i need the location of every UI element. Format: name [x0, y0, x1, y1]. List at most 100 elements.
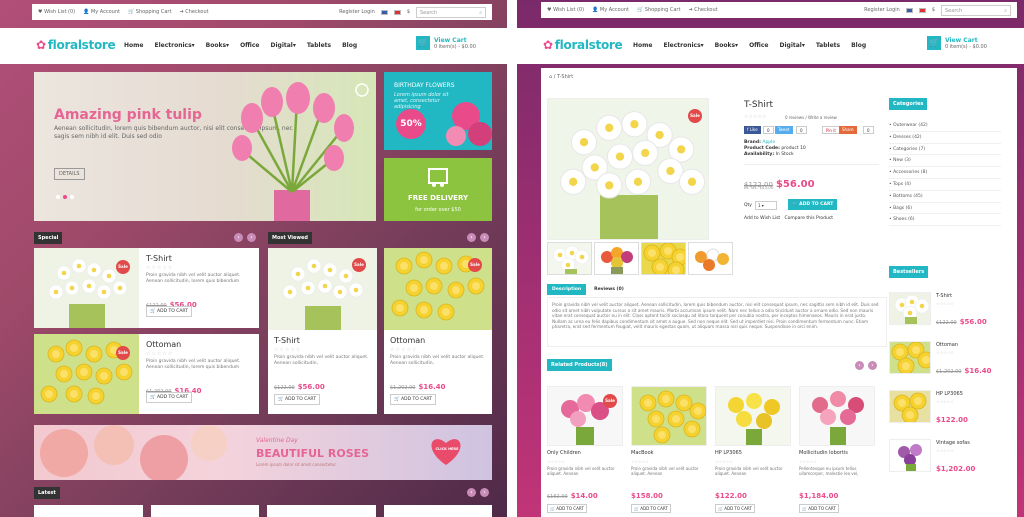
category-item[interactable]: • Dresses (42) — [889, 132, 1001, 144]
thumbnail[interactable] — [641, 242, 686, 275]
add-to-cart-button[interactable]: 🛒 ADD TO CART — [146, 306, 192, 317]
logo[interactable]: ✿ floralstore — [543, 38, 623, 52]
thumbnail[interactable] — [688, 242, 733, 275]
add-to-cart-button[interactable]: 🛒 ADD TO CART — [631, 504, 671, 513]
next-icon[interactable]: › — [247, 233, 256, 242]
facebook-like-button[interactable]: f Like — [744, 126, 761, 134]
related-product-card[interactable]: MacBook ☆☆☆☆☆ Proin gravida nibh vel vel… — [631, 386, 707, 517]
prev-icon[interactable]: ‹ — [467, 488, 476, 497]
product-name[interactable]: Only Children — [547, 450, 581, 456]
related-product-card[interactable]: HP LP3065 ☆☆☆☆☆ Proin gravida nibh vel v… — [715, 386, 791, 517]
search-input[interactable]: Search ⌕ — [941, 4, 1011, 16]
product-card[interactable] — [150, 505, 259, 517]
product-card[interactable] — [383, 505, 492, 517]
view-cart[interactable]: 🛒 View Cart 0 item(s) - $0.00 — [416, 36, 476, 50]
nav-tablets[interactable]: Tablets — [816, 42, 840, 49]
nav-blog[interactable]: Blog — [342, 42, 357, 49]
product-name[interactable]: T-Shirt — [936, 293, 952, 299]
category-item[interactable]: • Categories (7) — [889, 144, 1001, 156]
product-name[interactable]: T-Shirt — [274, 336, 300, 345]
nav-office[interactable]: Office — [240, 42, 259, 49]
product-name[interactable]: Mollicitudin lobortis — [799, 450, 848, 456]
next-icon[interactable]: › — [480, 488, 489, 497]
bestseller-item[interactable]: T-Shirt ☆☆☆☆☆ $122.00 $56.00 — [889, 292, 1013, 336]
details-button[interactable]: DETAILS — [54, 168, 85, 180]
cart-link[interactable]: 🛒 Shopping Cart — [637, 7, 680, 13]
bestseller-item[interactable]: Ottoman ☆☆☆☆☆ $1,202.00 $16.40 — [889, 341, 1013, 385]
add-to-cart-button[interactable]: 🛒 ADD TO CART — [547, 504, 587, 513]
nav-books[interactable]: Books▾ — [206, 42, 229, 49]
product-card[interactable] — [267, 505, 376, 517]
product-name[interactable]: Ottoman — [390, 336, 425, 345]
related-product-card[interactable]: Mollicitudin lobortis ☆☆☆☆☆ Pellentesque… — [799, 386, 875, 517]
pinterest-button[interactable]: Pin it — [822, 126, 840, 134]
nav-office[interactable]: Office — [749, 42, 768, 49]
product-name[interactable]: Vintage sofas — [936, 440, 970, 446]
product-card[interactable]: Sale Ottoman ☆☆☆☆☆ Proin gravida nibh ve… — [34, 334, 259, 414]
related-product-card[interactable]: Sale Only Children ☆☆☆☆☆ Proin gravida n… — [547, 386, 623, 517]
search-icon[interactable]: ⌕ — [479, 10, 482, 16]
birthday-banner[interactable]: BIRTHDAY FLOWERS Lorem ipsum dolor sit a… — [384, 72, 492, 150]
product-name[interactable]: Ottoman — [146, 340, 181, 349]
product-name[interactable]: T-Shirt — [146, 254, 172, 263]
category-item[interactable]: • Outerwear (42) — [889, 120, 1001, 132]
register-login-link[interactable]: Register Login — [864, 7, 900, 13]
quantity-input[interactable]: 1 ▾ — [754, 201, 777, 210]
add-to-cart-button[interactable]: 🛒 ADD TO CART — [390, 394, 436, 405]
free-delivery-banner[interactable]: FREE DELIVERY for order over $50 — [384, 158, 492, 221]
search-input[interactable]: Search ⌕ — [416, 6, 486, 18]
currency-select[interactable]: $ — [407, 9, 410, 15]
product-card[interactable]: Sale T-Shirt ☆☆☆☆☆ Proin gravida nibh ve… — [268, 248, 377, 414]
checkout-link[interactable]: ➜ Checkout — [688, 7, 717, 13]
thumbnail[interactable] — [594, 242, 639, 275]
slider-dot[interactable] — [56, 195, 60, 199]
breadcrumb[interactable]: ⌂ / T-Shirt — [549, 74, 573, 80]
category-item[interactable]: • Accessories (8) — [889, 167, 1001, 179]
bestseller-item[interactable]: HP LP3065 ☆☆☆☆☆ $122.00 — [889, 390, 1013, 434]
checkout-link[interactable]: ➜ Checkout — [179, 9, 208, 15]
cart-link[interactable]: 🛒 Shopping Cart — [128, 9, 171, 15]
brand-value[interactable]: Apple — [762, 140, 775, 145]
product-card[interactable]: Sale Ottoman ☆☆☆☆☆ Proin gravida nibh ve… — [384, 248, 492, 414]
bestseller-item[interactable]: Vintage sofas ☆☆☆☆☆ $1,202.00 — [889, 439, 1013, 483]
add-to-cart-button[interactable]: 🛒 ADD TO CART — [715, 504, 755, 513]
product-name[interactable]: Ottoman — [936, 342, 958, 348]
add-to-cart-button[interactable]: 🛒 ADD TO CART — [146, 392, 192, 403]
flag-icon[interactable] — [918, 7, 926, 13]
nav-home[interactable]: Home — [633, 42, 652, 49]
compare-link[interactable]: Compare this Product — [784, 216, 833, 221]
logo[interactable]: ✿ floralstore — [36, 38, 116, 52]
register-login-link[interactable]: Register Login — [339, 9, 375, 15]
tab-reviews[interactable]: Reviews (0) — [594, 284, 624, 295]
nav-home[interactable]: Home — [124, 42, 143, 49]
nav-digital[interactable]: Digital▾ — [270, 42, 295, 49]
product-card[interactable] — [34, 505, 143, 517]
add-to-wishlist-link[interactable]: Add to Wish List — [744, 216, 780, 221]
share-button[interactable]: Share — [839, 126, 857, 134]
product-name[interactable]: HP LP3065 — [936, 391, 963, 397]
search-icon[interactable]: ⌕ — [1004, 8, 1007, 14]
next-icon[interactable]: › — [868, 361, 877, 370]
product-card[interactable]: Sale T-Shirt ☆☆☆☆☆ Proin gravida nibh ve… — [34, 248, 259, 328]
prev-icon[interactable]: ‹ — [855, 361, 864, 370]
nav-tablets[interactable]: Tablets — [307, 42, 331, 49]
wishlist-link[interactable]: ♥ Wish List (0) — [547, 7, 584, 13]
nav-books[interactable]: Books▾ — [715, 42, 738, 49]
tweet-button[interactable]: Tweet — [775, 126, 793, 134]
nav-electronics[interactable]: Electronics▾ — [663, 42, 703, 49]
thumbnail[interactable] — [547, 242, 592, 275]
currency-select[interactable]: $ — [932, 7, 935, 13]
account-link[interactable]: 👤 My Account — [83, 9, 120, 15]
wishlist-link[interactable]: ♥ Wish List (0) — [38, 9, 75, 15]
add-to-cart-button[interactable]: 🛒 ADD TO CART — [788, 199, 838, 210]
view-cart[interactable]: 🛒 View Cart 0 item(s) - $0.00 — [927, 36, 987, 50]
main-product-image[interactable]: Sale — [547, 98, 709, 240]
slider-dot[interactable] — [63, 195, 67, 199]
category-item[interactable]: • Bottoms (45) — [889, 191, 1001, 203]
flag-icon[interactable] — [393, 9, 401, 15]
category-item[interactable]: • New (3) — [889, 155, 1001, 168]
flag-icon[interactable] — [380, 9, 388, 15]
account-link[interactable]: 👤 My Account — [592, 7, 629, 13]
flag-icon[interactable] — [905, 7, 913, 13]
slider-dot[interactable] — [70, 195, 74, 199]
